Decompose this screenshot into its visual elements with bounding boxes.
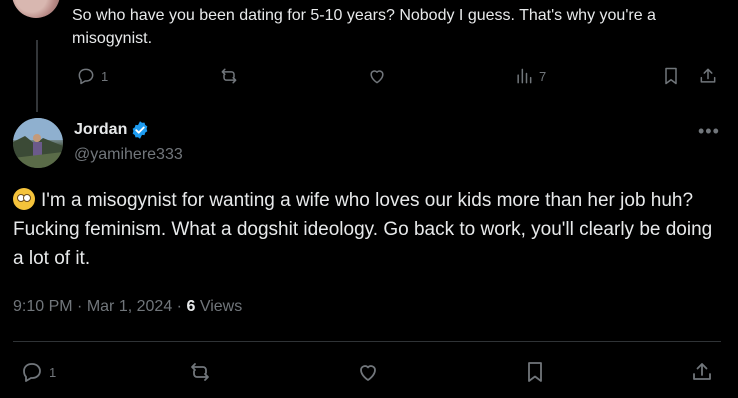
- more-options-icon[interactable]: •••: [698, 121, 720, 142]
- meta-separator: ·: [77, 298, 87, 315]
- verified-badge-icon: [133, 121, 148, 139]
- repost-icon: [191, 363, 209, 381]
- heart-icon: [370, 70, 384, 84]
- reply-replies-count: 1: [101, 68, 109, 84]
- reply-icon: [23, 363, 41, 382]
- tweet-time[interactable]: 9:10 PM: [13, 298, 73, 315]
- tweet-text-container: I'm a misogynist for wanting a wife who …: [13, 186, 725, 273]
- tweet-views-label: Views: [199, 298, 243, 315]
- tweet-date[interactable]: Mar 1, 2024: [87, 298, 172, 315]
- reply-views-count: 7: [539, 68, 547, 84]
- tweet-text: I'm a misogynist for wanting a wife who …: [13, 190, 713, 269]
- reply-reply-button[interactable]: 1: [76, 66, 108, 86]
- tweet-meta: 9:10 PM · Mar 1, 2024 · 6 Views: [13, 298, 242, 316]
- share-icon: [693, 363, 711, 380]
- like-button[interactable]: [356, 360, 380, 384]
- reply-bookmark-button[interactable]: [661, 66, 681, 86]
- avatar-photo: [13, 118, 63, 168]
- reply-views-button[interactable]: 7: [514, 66, 546, 86]
- bookmark-icon: [528, 362, 542, 382]
- reply-like-button[interactable]: [367, 66, 387, 86]
- reply-repost-button[interactable]: [219, 66, 239, 86]
- author-avatar[interactable]: [13, 118, 63, 168]
- tweet-views-count: 6: [186, 298, 196, 315]
- repost-icon: [221, 68, 237, 84]
- repost-button[interactable]: [188, 360, 212, 384]
- author-name[interactable]: Jordan: [74, 121, 127, 139]
- heart-icon: [360, 365, 376, 381]
- reply-share-button[interactable]: [698, 66, 718, 86]
- reply-text: So who have you been dating for 5-10 yea…: [72, 7, 656, 47]
- reply-author-avatar[interactable]: [12, 0, 60, 18]
- author-handle[interactable]: @yamihere333: [74, 146, 183, 164]
- face-with-rolling-eyes-icon: [13, 188, 35, 210]
- share-icon: [700, 68, 716, 83]
- views-icon: [517, 68, 532, 84]
- bookmark-icon: [665, 67, 677, 85]
- reply-button[interactable]: 1: [20, 360, 56, 384]
- tweet-replies-count: 1: [49, 364, 57, 380]
- meta-separator: ·: [176, 298, 187, 315]
- author-name-row: Jordan: [74, 120, 150, 140]
- divider: [13, 341, 721, 342]
- reply-icon: [78, 68, 94, 85]
- bookmark-button[interactable]: [523, 360, 547, 384]
- thread-line: [36, 40, 38, 112]
- share-button[interactable]: [690, 360, 714, 384]
